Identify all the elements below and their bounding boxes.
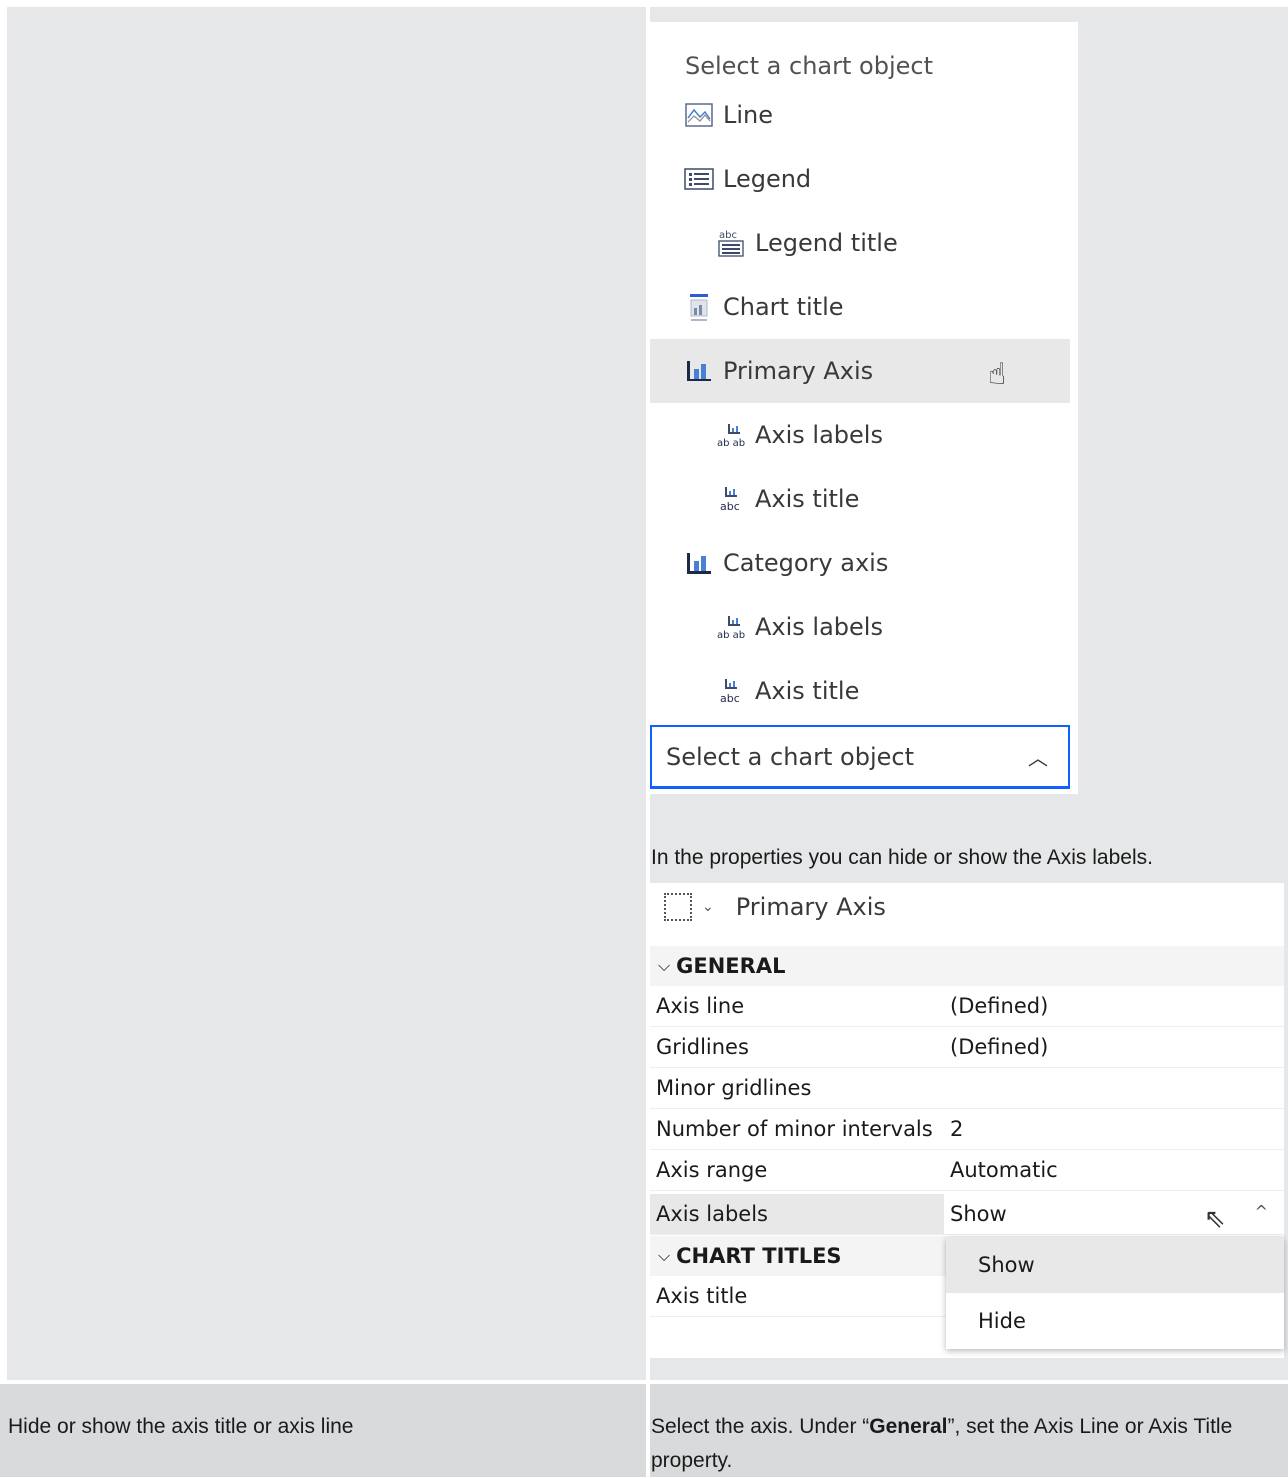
menu-item-label: Axis labels [755, 613, 883, 641]
menu-item-label: Axis title [755, 485, 860, 513]
property-name: Axis range [656, 1158, 768, 1182]
menu-item-line[interactable]: Line [650, 83, 1070, 147]
section-title: GENERAL [676, 954, 786, 978]
instruction-text: Select the axis. Under “General”, set th… [651, 1410, 1281, 1478]
instruction-bold: General [869, 1415, 948, 1438]
instruction-part: Select the axis. Under “ [651, 1415, 870, 1438]
property-name: Axis line [656, 994, 745, 1018]
section-general[interactable]: ⌵ GENERAL [650, 946, 1284, 986]
menu-item-label: Legend title [755, 229, 898, 257]
property-value: (Defined) [950, 1035, 1049, 1059]
menu-item-label: Axis title [755, 677, 860, 705]
menu-item-axis-labels[interactable]: ab ab Axis labels [650, 403, 1070, 467]
svg-text:ab ab: ab ab [717, 630, 745, 640]
table-cell-task [7, 7, 646, 1380]
legend-title-icon: abc [715, 229, 747, 257]
menu-item-category-axis[interactable]: Category axis [650, 531, 1070, 595]
chevron-down-icon[interactable]: ⌄ [702, 899, 714, 915]
menu-item-legend[interactable]: Legend [650, 147, 1070, 211]
property-value: (Defined) [950, 994, 1049, 1018]
property-name: Axis title [656, 1284, 748, 1308]
chart-title-icon [683, 293, 715, 321]
property-name: Minor gridlines [656, 1076, 812, 1100]
property-row-gridlines[interactable]: Gridlines (Defined) [650, 1027, 1284, 1068]
select-ancestor-icon[interactable] [664, 893, 692, 921]
menu-item-label: Primary Axis [723, 357, 874, 385]
property-row-minor-gridlines[interactable]: Minor gridlines [650, 1068, 1284, 1109]
axis-labels-icon: ab ab [715, 613, 747, 641]
menu-item-chart-title[interactable]: Chart title [650, 275, 1070, 339]
menu-item-axis-labels[interactable]: ab ab Axis labels [650, 595, 1070, 659]
property-name: Number of minor intervals [656, 1117, 933, 1141]
task-text: Hide or show the axis title or axis line [8, 1415, 354, 1438]
object-name: Primary Axis [735, 893, 886, 921]
svg-text:abc: abc [720, 692, 740, 705]
properties-header: ⌄ Primary Axis [664, 893, 886, 921]
option-show[interactable]: Show [946, 1237, 1284, 1293]
svg-text:abc: abc [720, 500, 740, 513]
menu-item-label: Line [723, 101, 774, 129]
menu-item-label: Chart title [723, 293, 844, 321]
dropdown-heading: Select a chart object [685, 52, 933, 80]
svg-text:ab ab: ab ab [717, 438, 745, 448]
menu-item-label: Category axis [723, 549, 889, 577]
menu-item-axis-title[interactable]: abc Axis title [650, 467, 1070, 531]
menu-item-label: Legend [723, 165, 812, 193]
chevron-up-icon: ︿ [1028, 746, 1048, 770]
mouse-pointer-icon: ⇖ [1204, 1204, 1226, 1234]
line-chart-icon [683, 101, 715, 129]
chart-object-select[interactable]: Select a chart object ︿ [650, 725, 1070, 789]
menu-item-primary-axis[interactable]: Primary Axis ☝ [650, 339, 1070, 403]
bar-axis-icon [683, 357, 715, 385]
menu-item-label: Axis labels [755, 421, 883, 449]
axis-title-icon: abc [715, 677, 747, 705]
hand-pointer-icon: ☝ [988, 357, 1007, 392]
select-value: Select a chart object [666, 742, 914, 771]
chevron-down-icon: ⌵ [658, 956, 671, 975]
menu-item-axis-title[interactable]: abc Axis title [650, 659, 1070, 723]
bar-axis-icon [683, 549, 715, 577]
property-row-axis-range[interactable]: Axis range Automatic [650, 1150, 1284, 1191]
option-hide[interactable]: Hide [946, 1293, 1284, 1349]
section-title: CHART TITLES [676, 1244, 842, 1268]
caption-text: In the properties you can hide or show t… [651, 846, 1153, 869]
chevron-up-icon[interactable]: ^ [1255, 1202, 1268, 1221]
axis-labels-options-menu: Show Hide [946, 1237, 1284, 1349]
property-row-minor-intervals[interactable]: Number of minor intervals 2 [650, 1109, 1284, 1150]
chart-object-dropdown-list: Select a chart object Line Legend abc Le… [650, 22, 1079, 794]
property-row-axis-labels[interactable]: Axis labels Show ⇖ ^ [650, 1194, 1284, 1235]
property-name: Gridlines [656, 1035, 749, 1059]
svg-text:abc: abc [719, 230, 737, 241]
axis-labels-icon: ab ab [715, 421, 747, 449]
property-value: Automatic [950, 1158, 1058, 1182]
property-value[interactable]: Show [944, 1194, 1284, 1234]
axis-title-icon: abc [715, 485, 747, 513]
menu-item-legend-title[interactable]: abc Legend title [650, 211, 1070, 275]
property-row-axis-line[interactable]: Axis line (Defined) [650, 986, 1284, 1027]
chevron-down-icon: ⌵ [658, 1246, 671, 1265]
property-value: 2 [950, 1117, 964, 1141]
property-name: Axis labels [656, 1202, 768, 1226]
legend-icon [683, 165, 715, 193]
